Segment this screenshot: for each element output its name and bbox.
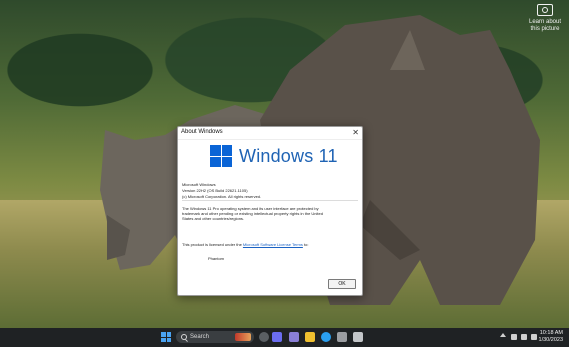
search-box[interactable]: Search xyxy=(176,331,254,343)
search-highlight-icon xyxy=(235,333,251,341)
capture-label-line2: this picture xyxy=(530,26,560,32)
divider xyxy=(182,200,358,201)
windows-wordmark: Windows 11 xyxy=(239,145,338,166)
licensee-name: Phantom xyxy=(208,256,225,261)
ok-button[interactable]: OK xyxy=(328,279,356,289)
teams-icon[interactable] xyxy=(272,332,282,342)
store-icon[interactable] xyxy=(337,332,347,342)
camera-icon xyxy=(537,4,553,16)
search-placeholder: Search xyxy=(190,334,210,340)
license-suffix: to: xyxy=(302,242,309,247)
taskbar: Search 10:18 AM 1/30/2023 xyxy=(0,328,569,347)
network-icon[interactable] xyxy=(511,334,517,340)
windows-icon xyxy=(210,145,232,167)
task-view-icon[interactable] xyxy=(259,332,269,342)
license-prefix: This product is licensed under the xyxy=(182,242,243,247)
license-text: This product is licensed under the Micro… xyxy=(182,242,358,247)
clock-time: 10:18 AM xyxy=(539,330,563,336)
license-terms-link[interactable]: Microsoft Software License Terms xyxy=(243,242,303,247)
dialog-title: About Windows xyxy=(181,129,223,135)
chat-icon[interactable] xyxy=(289,332,299,342)
settings-icon[interactable] xyxy=(353,332,363,342)
copyright-text: (c) Microsoft Corporation. All rights re… xyxy=(182,194,262,199)
product-name: Microsoft Windows xyxy=(182,182,216,187)
system-clock[interactable]: 10:18 AM 1/30/2023 xyxy=(539,330,563,344)
edge-icon[interactable] xyxy=(321,332,331,342)
close-icon[interactable]: ✕ xyxy=(352,127,359,139)
dialog-titlebar[interactable]: About Windows ✕ xyxy=(178,127,362,140)
windows-logo: Windows 11 xyxy=(210,145,338,167)
capture-label-line1: Learn about xyxy=(528,19,562,25)
description-text: The Windows 11 Pro operating system and … xyxy=(182,206,323,222)
start-icon[interactable] xyxy=(161,332,171,342)
battery-icon[interactable] xyxy=(531,334,537,340)
about-windows-dialog: About Windows ✕ Windows 11 Microsoft Win… xyxy=(177,126,363,296)
clock-date: 1/30/2023 xyxy=(538,337,563,343)
learn-about-picture-widget[interactable]: Learn about this picture xyxy=(526,4,564,33)
search-icon xyxy=(181,334,187,340)
chevron-up-icon[interactable] xyxy=(500,333,506,337)
file-explorer-icon[interactable] xyxy=(305,332,315,342)
version-text: Version 22H2 (OS Build 22621.1105) xyxy=(182,188,248,193)
volume-icon[interactable] xyxy=(521,334,527,340)
